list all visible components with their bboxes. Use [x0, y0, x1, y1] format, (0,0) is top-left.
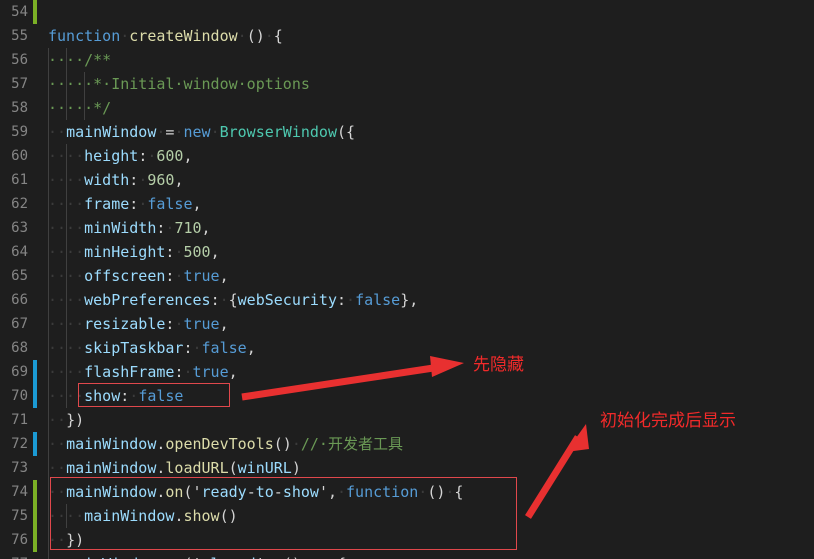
diff-added-marker — [33, 528, 37, 552]
line-number: 68 — [11, 340, 28, 356]
line-number: 61 — [11, 172, 28, 188]
editor-line[interactable]: 62 ····frame:·false, — [0, 192, 814, 216]
line-content[interactable]: ····width:·960, — [48, 168, 814, 192]
editor-line[interactable]: 67 ····resizable:·true, — [0, 312, 814, 336]
line-number: 57 — [11, 76, 28, 92]
editor-line[interactable]: 56 ····/** — [0, 48, 814, 72]
editor-code-area[interactable]: 54 55 function·createWindow·()·{56 ····/** 5… — [0, 0, 814, 559]
line-number: 54 — [11, 4, 28, 20]
editor-line[interactable]: 60 ····height:·600, — [0, 144, 814, 168]
line-content[interactable]: ··mainWindow.on('ready-to-show',·functio… — [48, 480, 814, 504]
line-content[interactable]: ··mainWindow.on('closed',·()·=>·{ — [48, 552, 814, 559]
code-editor-screenshot: 54 55 function·createWindow·()·{56 ····/** 5… — [0, 0, 814, 559]
editor-line[interactable]: 65 ····offscreen:·true, — [0, 264, 814, 288]
line-content[interactable]: ····height:·600, — [48, 144, 814, 168]
editor-line[interactable]: 70 ····show:·false — [0, 384, 814, 408]
line-content[interactable]: ··mainWindow·=·new·BrowserWindow({ — [48, 120, 814, 144]
line-content[interactable]: ····frame:·false, — [48, 192, 814, 216]
line-content[interactable]: ··mainWindow.loadURL(winURL) — [48, 456, 814, 480]
editor-line[interactable]: 58 ·····*/ — [0, 96, 814, 120]
line-content[interactable]: ·····*·Initial·window·options — [48, 72, 814, 96]
line-number: 67 — [11, 316, 28, 332]
line-number: 60 — [11, 148, 28, 164]
line-number: 58 — [11, 100, 28, 116]
editor-line[interactable]: 57 ·····*·Initial·window·options — [0, 72, 814, 96]
editor-line[interactable]: 64 ····minHeight:·500, — [0, 240, 814, 264]
editor-line[interactable]: 68 ····skipTaskbar:·false, — [0, 336, 814, 360]
line-number: 63 — [11, 220, 28, 236]
line-number: 69 — [11, 364, 28, 380]
diff-modified-marker — [33, 384, 37, 408]
line-content[interactable]: ··}) — [48, 408, 814, 432]
editor-line[interactable]: 66 ····webPreferences:·{webSecurity:·fals… — [0, 288, 814, 312]
editor-line[interactable]: 72 ··mainWindow.openDevTools()·//·开发者工具 — [0, 432, 814, 456]
line-number: 64 — [11, 244, 28, 260]
editor-line[interactable]: 54 — [0, 0, 814, 24]
line-number: 75 — [11, 508, 28, 524]
line-content[interactable]: ····webPreferences:·{webSecurity:·false}… — [48, 288, 814, 312]
line-content[interactable]: ····/** — [48, 48, 814, 72]
line-number: 56 — [11, 52, 28, 68]
diff-modified-marker — [33, 432, 37, 456]
editor-line[interactable]: 71 ··}) — [0, 408, 814, 432]
line-number: 70 — [11, 388, 28, 404]
line-content[interactable]: ····show:·false — [48, 384, 814, 408]
line-number: 72 — [11, 436, 28, 452]
editor-line[interactable]: 61 ····width:·960, — [0, 168, 814, 192]
editor-line[interactable]: 75 ····mainWindow.show() — [0, 504, 814, 528]
diff-added-marker — [33, 0, 37, 24]
line-content[interactable]: ····skipTaskbar:·false, — [48, 336, 814, 360]
line-number: 71 — [11, 412, 28, 428]
line-content[interactable]: function·createWindow·()·{ — [48, 24, 814, 48]
line-content[interactable]: ····minHeight:·500, — [48, 240, 814, 264]
line-content[interactable]: ·····*/ — [48, 96, 814, 120]
editor-line[interactable]: 74 ··mainWindow.on('ready-to-show',·funct… — [0, 480, 814, 504]
line-content[interactable]: ····mainWindow.show() — [48, 504, 814, 528]
editor-line[interactable]: 55 function·createWindow·()·{ — [0, 24, 814, 48]
editor-line[interactable]: 59 ··mainWindow·=·new·BrowserWindow({ — [0, 120, 814, 144]
editor-line[interactable]: 77 ··mainWindow.on('closed',·()·=>·{ — [0, 552, 814, 559]
line-number: 76 — [11, 532, 28, 548]
line-content[interactable]: ····resizable:·true, — [48, 312, 814, 336]
line-number: 59 — [11, 124, 28, 140]
line-content[interactable]: ··mainWindow.openDevTools()·//·开发者工具 — [48, 432, 814, 456]
line-number: 62 — [11, 196, 28, 212]
editor-line[interactable]: 76 ··}) — [0, 528, 814, 552]
editor-line[interactable]: 63 ····minWidth:·710, — [0, 216, 814, 240]
line-number: 66 — [11, 292, 28, 308]
line-number: 77 — [0, 552, 28, 559]
line-number: 55 — [11, 28, 28, 44]
line-number: 65 — [11, 268, 28, 284]
editor-line[interactable]: 73 ··mainWindow.loadURL(winURL) — [0, 456, 814, 480]
line-content[interactable]: ····minWidth:·710, — [48, 216, 814, 240]
line-number: 73 — [11, 460, 28, 476]
line-content[interactable]: ··}) — [48, 528, 814, 552]
line-content[interactable]: ····flashFrame:·true, — [48, 360, 814, 384]
diff-modified-marker — [33, 360, 37, 384]
editor-line[interactable]: 69 ····flashFrame:·true, — [0, 360, 814, 384]
diff-added-marker — [33, 480, 37, 504]
line-number: 74 — [11, 484, 28, 500]
line-content[interactable]: ····offscreen:·true, — [48, 264, 814, 288]
diff-added-marker — [33, 504, 37, 528]
